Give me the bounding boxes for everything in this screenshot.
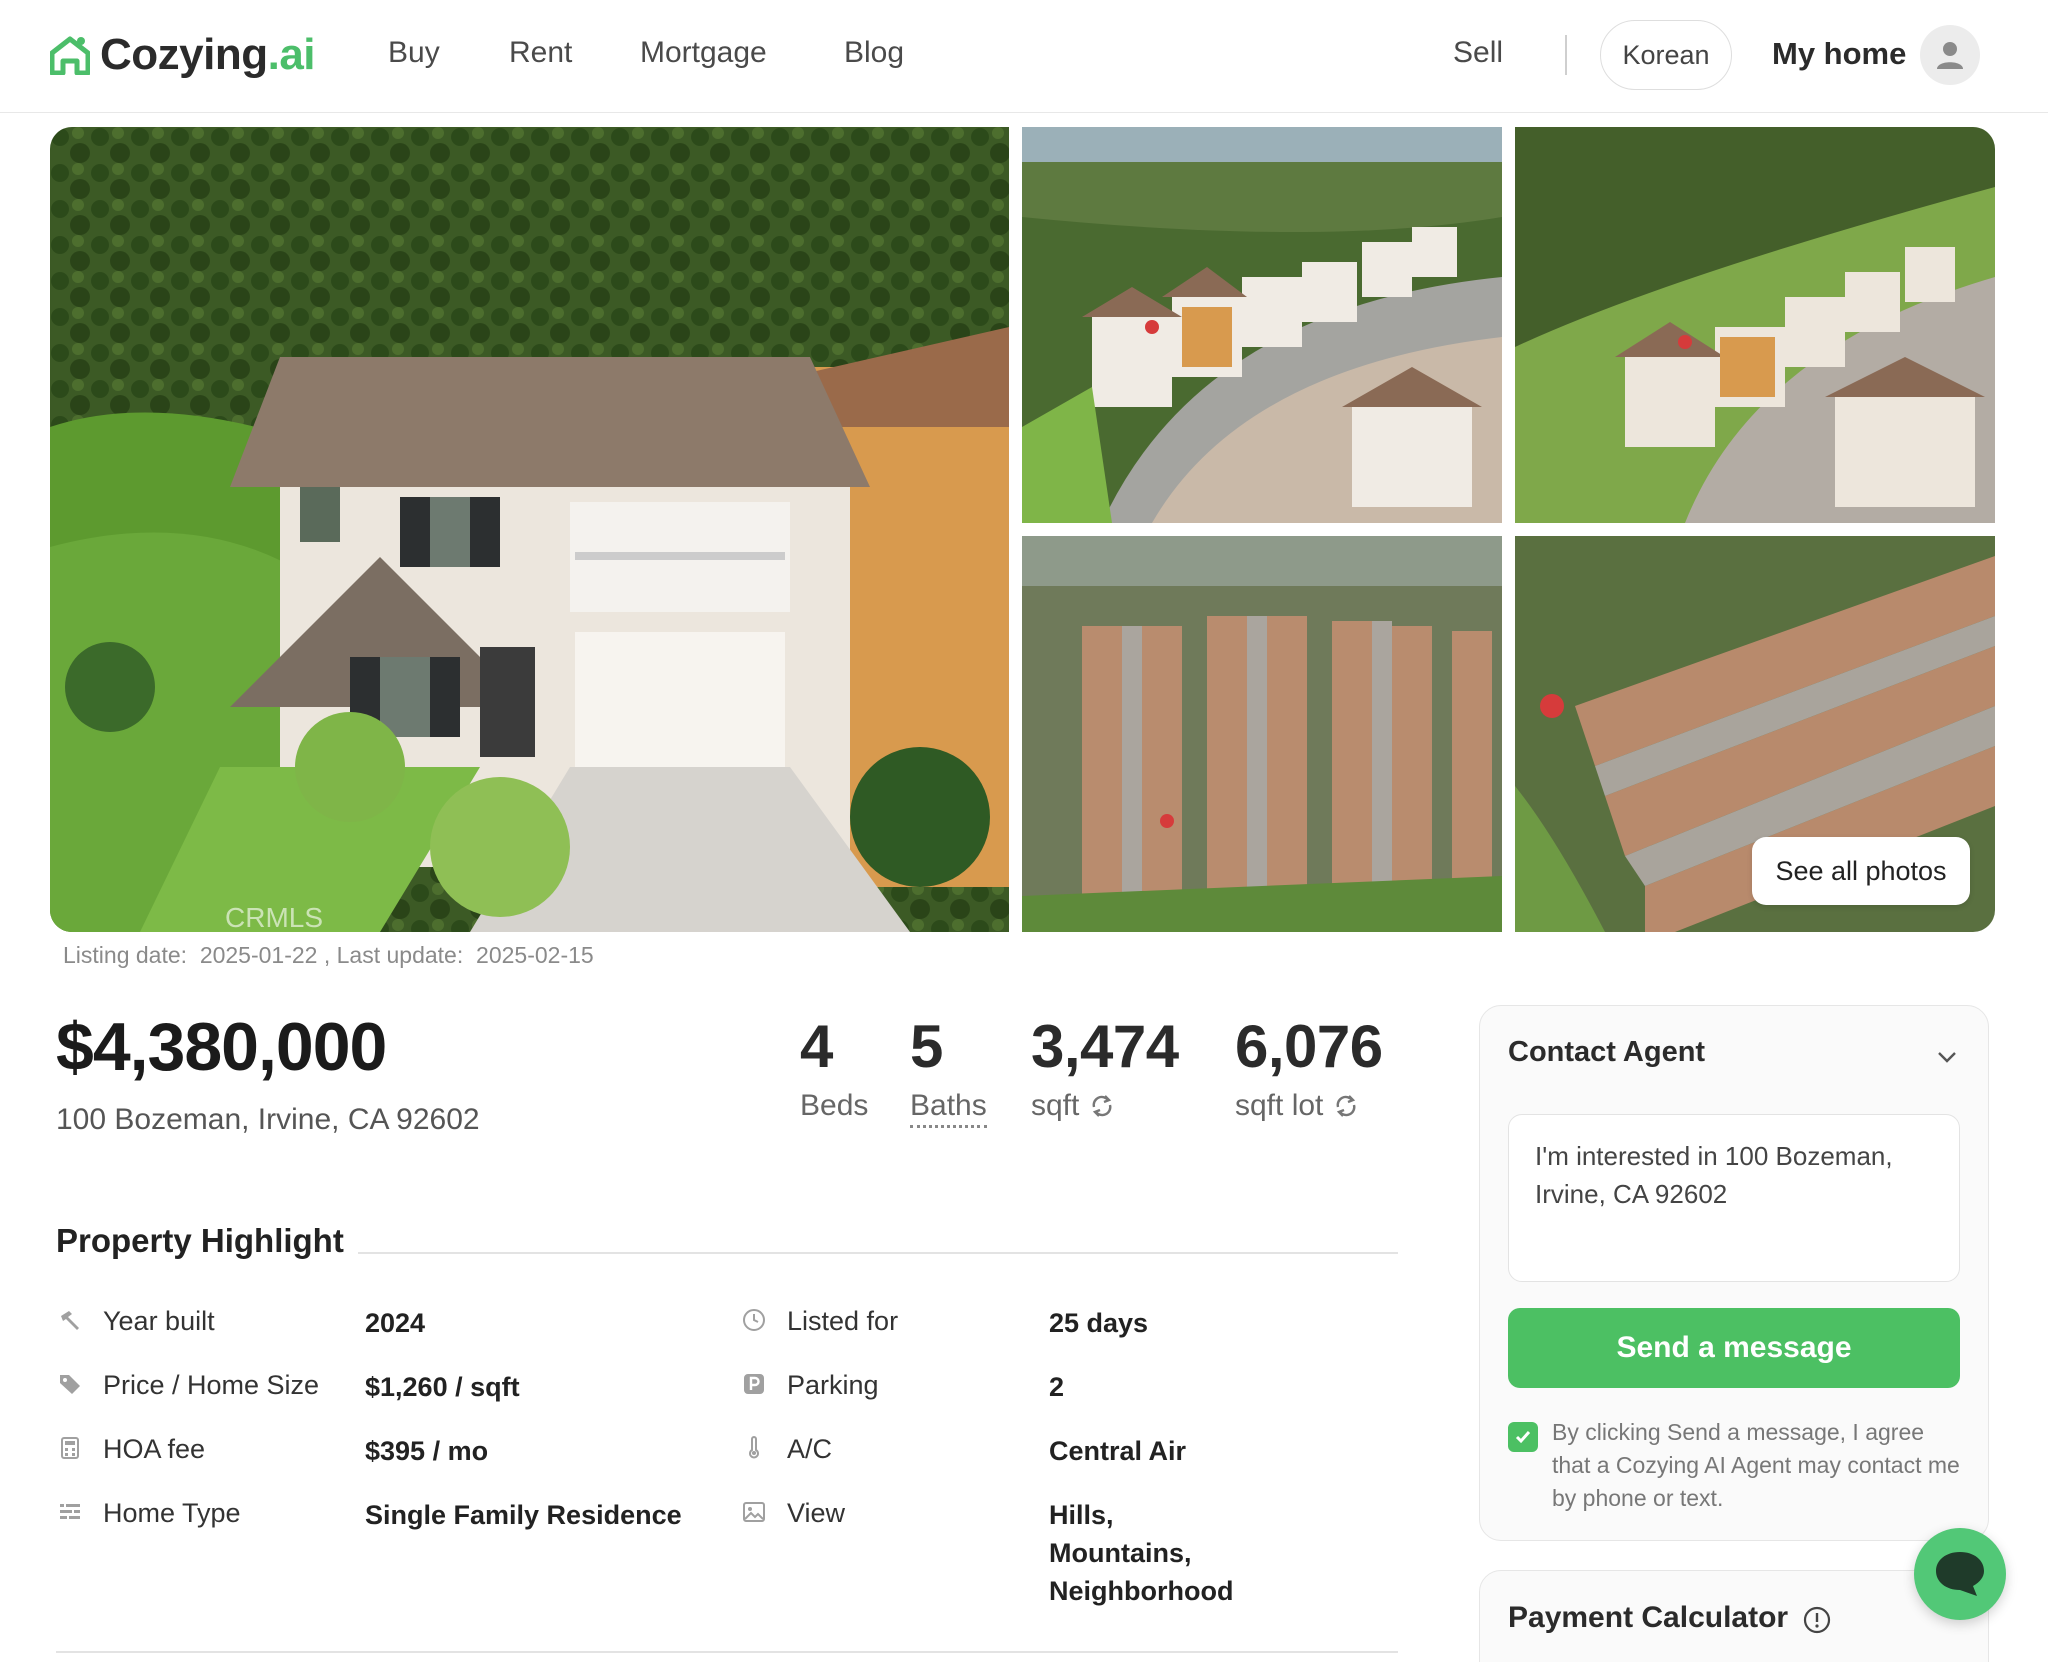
stat-beds: 4 Beds — [800, 1012, 868, 1123]
brand-name: Cozying.ai — [100, 30, 316, 79]
sqft-lot-value: 6,076 — [1235, 1013, 1383, 1080]
ac-value: Central Air — [1049, 1436, 1187, 1466]
nav-buy[interactable]: Buy — [388, 36, 440, 70]
chevron-down-icon[interactable] — [1936, 1046, 1958, 1068]
ac-label: A/C — [787, 1434, 833, 1464]
see-all-photos-button[interactable]: See all photos — [1752, 837, 1970, 905]
photo-4[interactable] — [1022, 536, 1502, 932]
baths-label[interactable]: Baths — [910, 1089, 987, 1128]
tag-icon — [60, 1375, 80, 1394]
last-update-label: , Last update: — [323, 942, 464, 968]
parking-value: 2 — [1049, 1372, 1065, 1402]
price-per-size-value: $1,260 / sqft — [365, 1372, 520, 1402]
baths-value: 5 — [910, 1013, 943, 1080]
photo-2[interactable] — [1022, 127, 1502, 523]
info-icon[interactable] — [1802, 1605, 1832, 1635]
my-home-link[interactable]: My home — [1772, 36, 1906, 72]
view-value-line: Mountains, — [1049, 1538, 1192, 1568]
image-icon — [743, 1502, 765, 1522]
stat-baths[interactable]: 5 Baths — [910, 1012, 987, 1128]
listing-price: $4,380,000 — [56, 1009, 387, 1085]
listing-date: 2025-01-22 — [199, 942, 318, 968]
consent-checkbox[interactable] — [1508, 1422, 1538, 1452]
listed-for-label: Listed for — [787, 1306, 899, 1336]
property-highlight-title: Property Highlight — [56, 1222, 344, 1259]
stat-sqft: 3,474 sqft — [1031, 1012, 1179, 1123]
nav-sell[interactable]: Sell — [1453, 36, 1503, 70]
section-divider — [56, 1651, 1398, 1653]
watermark: CRMLS — [225, 902, 323, 932]
main-photo[interactable]: CRMLS — [50, 127, 1009, 932]
view-value-line: Neighborhood — [1049, 1576, 1234, 1606]
view-value-line: Hills, — [1049, 1500, 1114, 1530]
listed-for-value: 25 days — [1049, 1308, 1149, 1338]
consent-text: By clicking Send a message, I agree that… — [1552, 1419, 1960, 1511]
nav-divider — [1565, 35, 1567, 75]
year-built-value: 2024 — [365, 1308, 426, 1338]
clock-icon — [743, 1309, 765, 1331]
photo-gallery: CRMLS — [50, 127, 1995, 932]
nav-rent[interactable]: Rent — [509, 36, 572, 70]
parking-icon — [744, 1374, 764, 1394]
calculator-icon — [61, 1437, 79, 1459]
contact-agent-title: Contact Agent — [1508, 1036, 1706, 1068]
listing-dates: Listing date: 2025-01-22 , Last update: … — [63, 942, 594, 969]
logo[interactable]: Cozying.ai — [50, 30, 316, 80]
listing-date-label: Listing date: — [63, 942, 188, 968]
sqft-lot-label: sqft lot — [1235, 1089, 1324, 1122]
photo-3[interactable] — [1515, 127, 1995, 523]
message-textarea[interactable]: I'm interested in 100 Bozeman, Irvine, C… — [1508, 1114, 1960, 1282]
top-nav: Cozying.ai Buy Rent Mortgage Blog Sell K… — [0, 0, 2048, 113]
hoa-fee-value: $395 / mo — [365, 1436, 489, 1466]
nav-blog[interactable]: Blog — [844, 36, 904, 70]
home-type-value: Single Family Residence — [365, 1500, 682, 1530]
send-message-button[interactable]: Send a message — [1508, 1308, 1960, 1388]
convert-units-icon[interactable] — [1333, 1093, 1359, 1119]
user-icon — [1937, 42, 1963, 69]
contact-agent-panel: Contact Agent I'm interested in 100 Boze… — [1479, 1005, 1989, 1541]
chat-bubble-icon — [1936, 1552, 1984, 1596]
sqft-value: 3,474 — [1031, 1013, 1179, 1080]
house-logo-icon — [50, 36, 90, 75]
view-value: Hills, Mountains, Neighborhood — [1049, 1496, 1233, 1610]
avatar[interactable] — [1920, 25, 1980, 85]
price-per-size-label: Price / Home Size — [103, 1370, 320, 1400]
thermometer-icon — [749, 1436, 759, 1459]
language-button[interactable]: Korean — [1600, 20, 1732, 90]
chat-button[interactable] — [1914, 1528, 2006, 1620]
last-update-date: 2025-02-15 — [476, 942, 594, 968]
view-label: View — [787, 1498, 846, 1528]
listing-address: 100 Bozeman, Irvine, CA 92602 — [56, 1103, 480, 1136]
beds-label: Beds — [800, 1089, 869, 1122]
hoa-fee-label: HOA fee — [103, 1434, 206, 1464]
sqft-label: sqft — [1031, 1089, 1080, 1122]
building-icon — [60, 1504, 80, 1519]
parking-label: Parking — [787, 1370, 879, 1400]
section-divider — [358, 1252, 1398, 1254]
year-built-label: Year built — [103, 1306, 215, 1336]
payment-calculator-panel[interactable]: Payment Calculator — [1479, 1570, 1989, 1662]
payment-calculator-title: Payment Calculator — [1508, 1601, 1789, 1634]
beds-value: 4 — [800, 1013, 833, 1080]
hammer-icon — [61, 1311, 79, 1330]
nav-mortgage[interactable]: Mortgage — [640, 36, 767, 70]
home-type-label: Home Type — [103, 1498, 241, 1528]
stat-sqft-lot: 6,076 sqft lot — [1235, 1012, 1383, 1123]
check-icon — [1515, 1431, 1531, 1444]
convert-units-icon[interactable] — [1089, 1093, 1115, 1119]
